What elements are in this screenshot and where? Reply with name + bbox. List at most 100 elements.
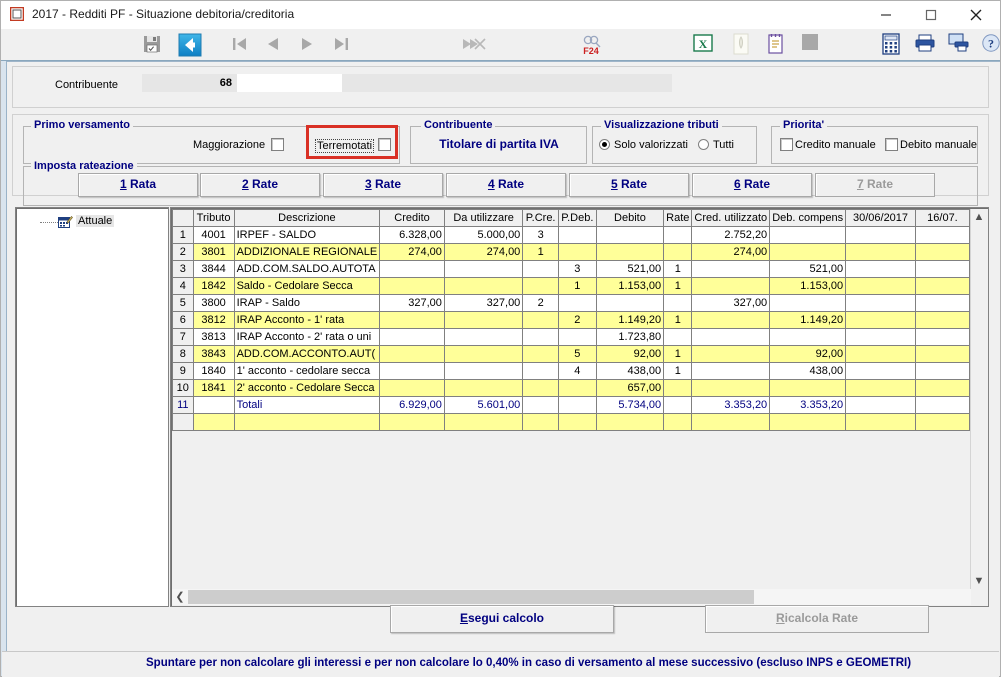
grid-cell-deb_compens[interactable]: 92,00 — [769, 345, 847, 363]
grid-cell-n[interactable] — [172, 413, 194, 431]
grid-cell-pdeb[interactable]: 2 — [558, 311, 597, 329]
grid-cell-pcre[interactable] — [522, 277, 559, 295]
grid-cell-d30062017[interactable] — [845, 243, 916, 261]
grid-cell-pdeb[interactable] — [558, 243, 597, 261]
grid-cell-d30062017[interactable] — [845, 277, 916, 295]
rate-button-6[interactable]: 6 Rate — [692, 173, 812, 197]
grid-cell-cred_utilizzato[interactable] — [691, 379, 771, 397]
grid-cell-rate[interactable] — [663, 413, 693, 431]
grid-cell-n[interactable]: 8 — [172, 345, 194, 363]
table-row[interactable]: 3 3844 ADD.COM.SALDO.AUTOTA 3 521,00 1 521,00 — [172, 260, 970, 278]
grid-cell-deb_compens[interactable] — [769, 226, 847, 244]
grid-cell-deb_compens[interactable] — [769, 379, 847, 397]
grid-cell-debito[interactable]: 92,00 — [596, 345, 665, 363]
grid-cell-debito[interactable]: 438,00 — [596, 362, 665, 380]
grid-cell-rate[interactable] — [663, 328, 693, 346]
skip-forward-icon[interactable] — [459, 33, 489, 57]
grid-cell-d1607[interactable] — [915, 413, 970, 431]
grid-cell-rate[interactable] — [663, 294, 693, 312]
grid-cell-pcre[interactable] — [522, 413, 559, 431]
rate-button-5[interactable]: 5 Rate — [569, 173, 689, 197]
grid-cell-d1607[interactable] — [915, 311, 970, 329]
grid-cell-tributo[interactable] — [193, 413, 235, 431]
grid-cell-credito[interactable]: 327,00 — [379, 294, 445, 312]
grid-cell-da_utilizzare[interactable]: 274,00 — [444, 243, 524, 261]
grid-hscroll-thumb[interactable] — [188, 590, 754, 604]
grid-cell-d30062017[interactable] — [845, 311, 916, 329]
document-icon[interactable] — [731, 33, 755, 57]
grid-cell-n[interactable]: 9 — [172, 362, 194, 380]
grid-cell-debito[interactable]: 1.149,20 — [596, 311, 665, 329]
grid-cell-descrizione[interactable]: IRAP Acconto - 2' rata o uni — [234, 328, 381, 346]
grid-cell-debito[interactable] — [596, 413, 665, 431]
grid-cell-descrizione[interactable]: IRPEF - SALDO — [234, 226, 381, 244]
grid-cell-tributo[interactable]: 3801 — [193, 243, 235, 261]
grid-cell-pdeb[interactable] — [558, 379, 597, 397]
grid-cell-n[interactable]: 6 — [172, 311, 194, 329]
grid-cell-descrizione[interactable]: ADDIZIONALE REGIONALE — [234, 243, 381, 261]
grid-col-header-5[interactable]: P.Cre. — [522, 209, 559, 227]
grid-cell-debito[interactable]: 5.734,00 — [596, 396, 665, 414]
grid-cell-credito[interactable]: 274,00 — [379, 243, 445, 261]
grid-cell-tributo[interactable]: 3844 — [193, 260, 235, 278]
grid-cell-da_utilizzare[interactable] — [444, 277, 524, 295]
grid-cell-rate[interactable]: 1 — [663, 345, 693, 363]
grid-cell-n[interactable]: 7 — [172, 328, 194, 346]
grid-cell-pdeb[interactable] — [558, 328, 597, 346]
table-row[interactable]: 10 1841 2' acconto - Cedolare Secca 657,00 — [172, 379, 970, 397]
grid-cell-tributo[interactable]: 3800 — [193, 294, 235, 312]
excel-export-icon[interactable]: X — [693, 33, 717, 57]
grid-cell-credito[interactable] — [379, 311, 445, 329]
grid-cell-n[interactable]: 10 — [172, 379, 194, 397]
grid-cell-d30062017[interactable] — [845, 294, 916, 312]
grid-cell-d30062017[interactable] — [845, 345, 916, 363]
grid-cell-pcre[interactable]: 1 — [522, 243, 559, 261]
grid-cell-cred_utilizzato[interactable]: 274,00 — [691, 243, 771, 261]
grid-cell-d30062017[interactable] — [845, 379, 916, 397]
grid-cell-n[interactable]: 11 — [172, 396, 194, 414]
first-record-icon[interactable] — [229, 33, 253, 57]
grid-cell-tributo[interactable]: 3812 — [193, 311, 235, 329]
grid-cell-da_utilizzare[interactable] — [444, 328, 524, 346]
print-icon[interactable] — [914, 33, 938, 57]
grid-cell-n[interactable]: 5 — [172, 294, 194, 312]
grid-cell-d1607[interactable] — [915, 328, 970, 346]
save-icon[interactable] — [141, 33, 165, 57]
grid-cell-debito[interactable] — [596, 226, 665, 244]
grid-vertical-scrollbar[interactable]: ▲ ▼ — [970, 209, 987, 589]
grid-cell-n[interactable]: 1 — [172, 226, 194, 244]
grid-cell-d30062017[interactable] — [845, 328, 916, 346]
grid-cell-cred_utilizzato[interactable] — [691, 260, 771, 278]
grid-cell-debito[interactable]: 1.723,80 — [596, 328, 665, 346]
scroll-left-icon[interactable]: ❮ — [172, 589, 188, 605]
scroll-up-icon[interactable]: ▲ — [971, 209, 987, 225]
grid-cell-pdeb[interactable]: 3 — [558, 260, 597, 278]
grid-cell-rate[interactable]: 1 — [663, 362, 693, 380]
grid-cell-pcre[interactable] — [522, 311, 559, 329]
grid-cell-d30062017[interactable] — [845, 226, 916, 244]
grid-col-header-6[interactable]: P.Deb. — [558, 209, 597, 227]
grid-cell-debito[interactable] — [596, 243, 665, 261]
grid-cell-n[interactable]: 2 — [172, 243, 194, 261]
next-record-icon[interactable] — [296, 33, 320, 57]
table-row[interactable] — [172, 413, 970, 431]
grid-cell-pcre[interactable]: 3 — [522, 226, 559, 244]
grid-cell-deb_compens[interactable]: 1.153,00 — [769, 277, 847, 295]
grid-cell-rate[interactable]: 1 — [663, 311, 693, 329]
grid-cell-tributo[interactable]: 1841 — [193, 379, 235, 397]
grid-cell-deb_compens[interactable] — [769, 413, 847, 431]
grid-cell-descrizione[interactable]: Saldo - Cedolare Secca — [234, 277, 381, 295]
grid-cell-deb_compens[interactable]: 521,00 — [769, 260, 847, 278]
grid-col-header-1[interactable]: Tributo — [193, 209, 235, 227]
grid-cell-pcre[interactable] — [522, 345, 559, 363]
grid-cell-deb_compens[interactable]: 438,00 — [769, 362, 847, 380]
grid-col-header-0[interactable] — [172, 209, 194, 227]
grid-cell-pdeb[interactable]: 1 — [558, 277, 597, 295]
grid-cell-tributo[interactable]: 1840 — [193, 362, 235, 380]
grid-cell-cred_utilizzato[interactable] — [691, 413, 771, 431]
grid-cell-credito[interactable] — [379, 379, 445, 397]
table-row[interactable]: 2 3801 ADDIZIONALE REGIONALE 274,00 274,00 1 2… — [172, 243, 970, 261]
grid-cell-da_utilizzare[interactable] — [444, 379, 524, 397]
rate-button-3[interactable]: 3 Rate — [323, 173, 443, 197]
grid-cell-debito[interactable]: 521,00 — [596, 260, 665, 278]
